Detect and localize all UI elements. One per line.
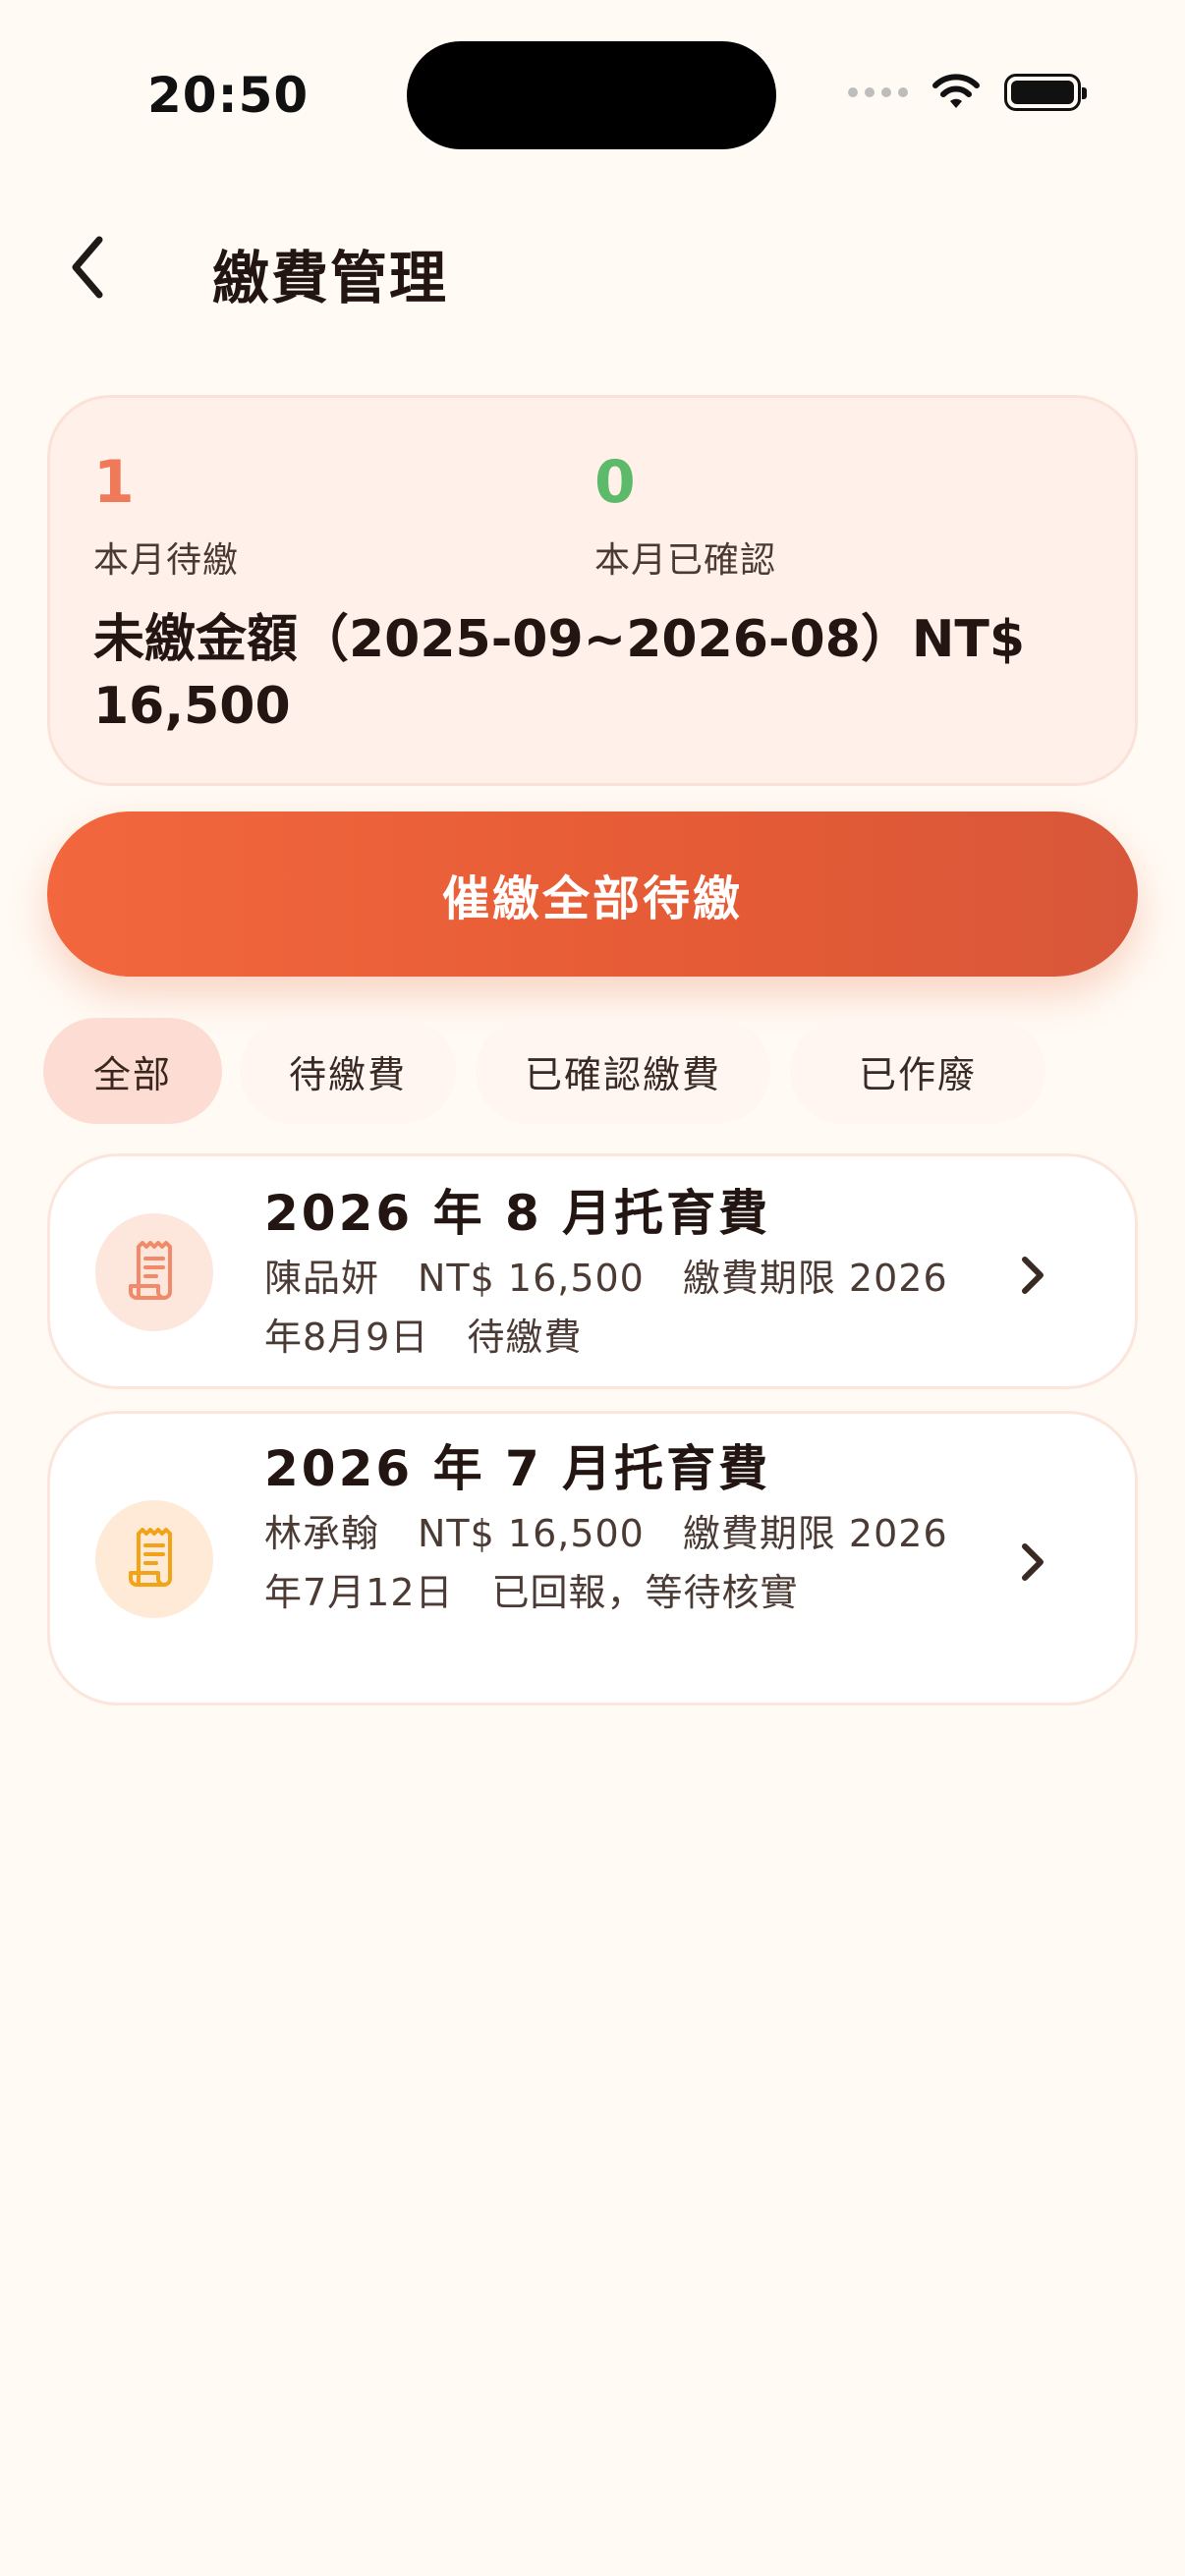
pending-label: 本月待繳 — [93, 540, 240, 581]
confirmed-count: 0 — [594, 448, 636, 517]
summary-card: 1 本月待繳 0 本月已確認 未繳金額（2025-09~2026-08）NT$ … — [47, 395, 1138, 786]
confirmed-label: 本月已確認 — [594, 540, 777, 581]
payment-detail: 林承翰 NT$ 16,500 繳費期限 2026年7月12日 已回報，等待核實 — [264, 1512, 948, 1614]
payment-card[interactable]: 2026 年 8 月托育費 陳品妍 NT$ 16,500 繳費期限 2026年8… — [47, 1153, 1138, 1389]
payment-card-text: 2026 年 8 月托育費 陳品妍 NT$ 16,500 繳費期限 2026年8… — [264, 1182, 972, 1367]
chevron-right-icon — [1015, 1538, 1050, 1587]
receipt-icon — [129, 1528, 172, 1587]
tab-pending[interactable]: 待繳費 — [240, 1018, 456, 1124]
wifi-icon — [932, 74, 980, 108]
status-time: 20:50 — [147, 67, 310, 124]
tab-confirmed[interactable]: 已確認繳費 — [476, 1018, 770, 1124]
unpaid-amount: 未繳金額（2025-09~2026-08）NT$ 16,500 — [93, 610, 1026, 736]
battery-icon — [1004, 74, 1087, 111]
remind-all-button[interactable]: 催繳全部待繳 — [47, 812, 1138, 977]
chevron-right-icon — [1015, 1251, 1050, 1300]
payment-card-text: 2026 年 7 月托育費 林承翰 NT$ 16,500 繳費期限 2026年7… — [264, 1437, 972, 1622]
tab-all[interactable]: 全部 — [43, 1018, 222, 1124]
payment-title: 2026 年 7 月托育費 — [264, 1440, 771, 1497]
payment-title: 2026 年 8 月托育費 — [264, 1185, 771, 1242]
pending-count: 1 — [93, 448, 135, 517]
receipt-icon-badge — [95, 1500, 213, 1618]
pending-stat: 1 本月待繳 — [93, 453, 239, 583]
status-indicators — [848, 73, 1087, 112]
chevron-left-icon — [72, 236, 103, 299]
receipt-icon — [129, 1241, 172, 1300]
page-title: 繳費管理 — [212, 245, 449, 311]
cellular-signal-icon — [848, 87, 908, 97]
payment-management-screen: 20:50 繳費管理 1 本月待繳 0 本月已確認 未繳金額（2025-09~2… — [0, 0, 1185, 2576]
tab-voided[interactable]: 已作廢 — [790, 1018, 1045, 1124]
back-button[interactable] — [53, 228, 122, 307]
dynamic-island — [407, 41, 776, 149]
payment-detail: 陳品妍 NT$ 16,500 繳費期限 2026年8月9日 待繳費 — [264, 1257, 948, 1359]
payment-card[interactable]: 2026 年 7 月托育費 林承翰 NT$ 16,500 繳費期限 2026年7… — [47, 1411, 1138, 1706]
confirmed-stat: 0 本月已確認 — [594, 453, 776, 583]
receipt-icon-badge — [95, 1213, 213, 1331]
